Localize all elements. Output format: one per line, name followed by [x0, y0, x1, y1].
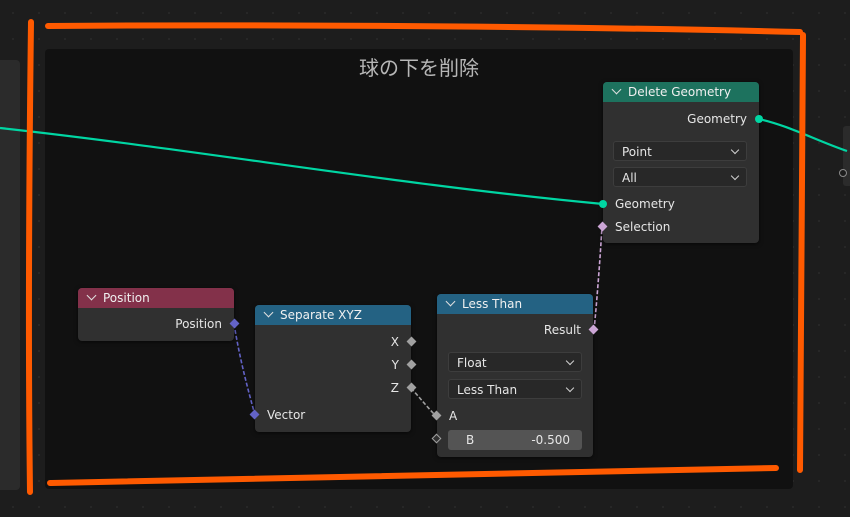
geometry-input-row: Geometry	[615, 195, 675, 213]
result-output-row: Result	[481, 321, 581, 339]
collapse-chevron-icon[interactable]	[445, 296, 456, 307]
socket-label: Y	[391, 358, 399, 372]
dropdown-value: Float	[457, 356, 487, 370]
geometry-output-socket[interactable]	[755, 115, 763, 123]
right-node-edge	[839, 126, 850, 186]
domain-dropdown[interactable]: Point	[613, 141, 747, 161]
socket-label: Selection	[615, 220, 671, 234]
delete-geometry-node-header[interactable]: Delete Geometry	[603, 82, 759, 102]
x-output-row: X	[339, 333, 399, 351]
annotation-top	[45, 22, 803, 35]
collapse-chevron-icon[interactable]	[611, 84, 622, 95]
chevron-down-icon	[565, 356, 575, 366]
position-output-row: Position	[92, 315, 222, 333]
dropdown-value: All	[622, 171, 637, 185]
z-output-row: Z	[339, 379, 399, 397]
annotation-right	[797, 32, 806, 473]
dropdown-value: Less Than	[457, 383, 518, 397]
geometry-input-socket[interactable]	[599, 200, 607, 208]
chevron-down-icon	[730, 145, 740, 155]
b-field-value: -0.500	[531, 433, 570, 447]
chevron-down-icon	[565, 383, 575, 393]
data-type-dropdown[interactable]: Float	[448, 352, 582, 372]
operation-dropdown[interactable]: Less Than	[448, 379, 582, 399]
b-field-label: B	[466, 433, 475, 447]
socket-label: Geometry	[615, 197, 675, 211]
frame-title: 球の下を削除	[359, 56, 479, 80]
socket-label: Geometry	[687, 112, 747, 126]
position-node[interactable]: Position Position	[78, 288, 240, 341]
node-title: Delete Geometry	[628, 85, 732, 99]
collapse-chevron-icon[interactable]	[86, 290, 97, 301]
socket-label: Result	[543, 323, 581, 337]
geometry-output-row: Geometry	[627, 110, 747, 128]
y-output-row: Y	[339, 356, 399, 374]
socket-label: A	[449, 409, 458, 423]
less-than-node[interactable]: Less Than Result Float Less Than A B -0.…	[431, 294, 599, 457]
right-node-socket[interactable]	[839, 169, 847, 177]
annotation-left	[25, 19, 34, 495]
left-panel-edge	[0, 60, 20, 490]
node-title: Separate XYZ	[280, 308, 362, 322]
b-value-field[interactable]: B -0.500	[448, 430, 582, 450]
collapse-chevron-icon[interactable]	[263, 307, 274, 318]
mode-dropdown[interactable]: All	[613, 167, 747, 187]
vector-input-row: Vector	[267, 406, 305, 424]
separate-xyz-node-header[interactable]: Separate XYZ	[255, 305, 411, 325]
delete-geometry-node[interactable]: Delete Geometry Geometry Point All Geome…	[597, 82, 763, 243]
socket-label: Z	[390, 381, 399, 395]
socket-label: Vector	[267, 408, 306, 422]
node-title: Position	[103, 291, 150, 305]
socket-label: Position	[175, 317, 222, 331]
a-input-row: A	[449, 407, 457, 425]
selection-input-row: Selection	[615, 218, 670, 236]
less-than-node-header[interactable]: Less Than	[437, 294, 593, 314]
dropdown-value: Point	[622, 145, 652, 159]
position-node-header[interactable]: Position	[78, 288, 234, 308]
separate-xyz-node[interactable]: Separate XYZ X Y Z Vector	[249, 305, 417, 432]
socket-label: X	[390, 335, 399, 349]
node-title: Less Than	[462, 297, 523, 311]
chevron-down-icon	[730, 171, 740, 181]
